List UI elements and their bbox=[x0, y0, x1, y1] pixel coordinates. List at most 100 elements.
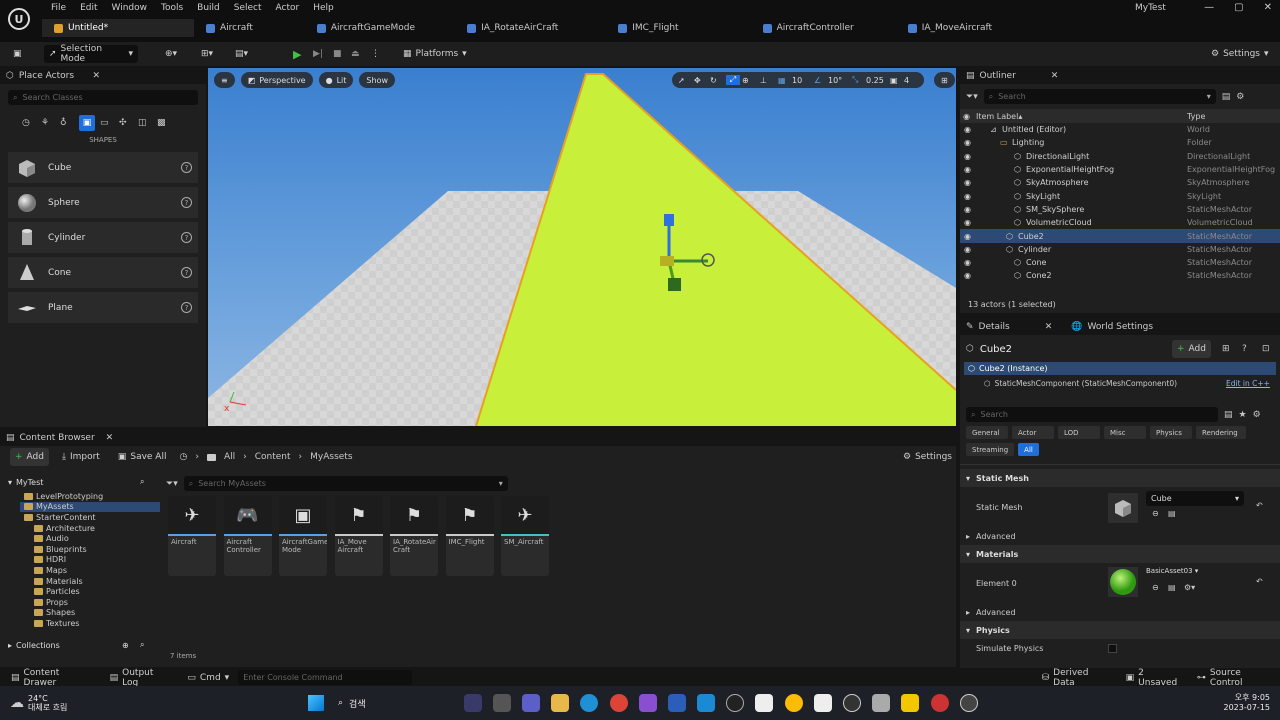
asset-tile[interactable]: ⚑ IA_RotateAir Craft bbox=[390, 496, 438, 576]
shapes-icon[interactable]: ▣ bbox=[79, 115, 95, 131]
taskbar-search[interactable]: ⌕ 검색 bbox=[338, 697, 458, 710]
folder-tree-item[interactable]: Audio bbox=[20, 533, 160, 544]
table-view-icon[interactable]: ▤ bbox=[1224, 410, 1233, 420]
cmd-dropdown[interactable]: ▭ Cmd ▾ bbox=[182, 669, 234, 687]
component-row[interactable]: ⬡ StaticMeshComponent (StaticMeshComponen… bbox=[984, 376, 1276, 390]
translate-icon[interactable]: ✥ bbox=[694, 76, 708, 85]
show-button[interactable]: Show bbox=[359, 72, 396, 88]
folder-tree-item[interactable]: Blueprints bbox=[20, 544, 160, 555]
tab-aircraftcontroller[interactable]: AircraftController bbox=[751, 19, 866, 37]
outliner-row[interactable]: ◉ ⬡ SM_SkySphere StaticMeshActor bbox=[960, 203, 1280, 216]
tab-aircraftgamemode[interactable]: AircraftGameMode bbox=[305, 19, 427, 37]
chrome-icon[interactable] bbox=[609, 694, 628, 712]
maximize-icon[interactable]: ▢ bbox=[1234, 2, 1243, 13]
rotate-icon[interactable]: ↻ bbox=[710, 76, 724, 85]
maximize-viewport-icon[interactable]: ⊞ bbox=[934, 72, 955, 88]
material-dropdown[interactable]: BasicAsset03 ▾ bbox=[1146, 567, 1198, 575]
actor-item-cone[interactable]: Cone? bbox=[8, 257, 198, 288]
output-log-button[interactable]: ▤ Output Log bbox=[105, 668, 177, 688]
content-drawer-button[interactable]: ▤ Content Drawer bbox=[6, 668, 99, 688]
surface-snap-icon[interactable]: ⊥ bbox=[760, 76, 776, 85]
unsaved-button[interactable]: ▣ 2 Unsaved bbox=[1121, 668, 1190, 688]
menu-help[interactable]: Help bbox=[306, 0, 341, 16]
unreal-taskbar-icon[interactable] bbox=[959, 694, 978, 712]
asset-tile[interactable]: ⚑ IA_Move Aircraft bbox=[334, 496, 383, 576]
blueprint-menu-icon[interactable]: ⊞▾ bbox=[196, 45, 218, 63]
visual-effects-icon[interactable]: ✣ bbox=[119, 118, 133, 128]
close-icon[interactable]: ✕ bbox=[1264, 2, 1272, 13]
visibility-eye-icon[interactable]: ◉ bbox=[964, 245, 971, 254]
tree-root[interactable]: ▾ MyTest ⌕ bbox=[0, 475, 160, 489]
visibility-eye-icon[interactable]: ◉ bbox=[964, 232, 971, 241]
reset-icon[interactable]: ↶ bbox=[1256, 577, 1263, 586]
item-label-column[interactable]: Item Label bbox=[976, 112, 1018, 121]
filter-chip-actor[interactable]: Actor bbox=[1012, 426, 1054, 439]
step-icon[interactable]: ▶| bbox=[308, 45, 328, 63]
add-collection-icon[interactable]: ⊕ bbox=[122, 641, 129, 650]
basic-icon[interactable]: ⚘ bbox=[41, 118, 55, 128]
camera-speed-icon[interactable]: ▣ bbox=[890, 76, 902, 85]
teams-icon[interactable] bbox=[521, 694, 540, 712]
visibility-icon[interactable]: ◉ bbox=[963, 112, 970, 121]
github-icon[interactable] bbox=[726, 694, 745, 712]
asset-tile[interactable]: ▣ AircraftGame Mode bbox=[279, 496, 327, 576]
help-icon[interactable]: ? bbox=[181, 197, 192, 208]
asset-tile[interactable]: ⚑ IMC_Flight bbox=[445, 496, 494, 576]
visibility-eye-icon[interactable]: ◉ bbox=[964, 271, 971, 280]
visibility-eye-icon[interactable]: ◉ bbox=[964, 258, 971, 267]
world-icon[interactable]: ⊕ bbox=[742, 76, 758, 85]
perspective-button[interactable]: ◩ Perspective bbox=[240, 72, 313, 88]
stop-icon[interactable]: ■ bbox=[328, 45, 347, 63]
use-asset-icon[interactable]: ⊖ bbox=[1152, 583, 1159, 592]
folder-tree-item[interactable]: Particles bbox=[20, 586, 160, 597]
use-asset-icon[interactable]: ⊖ bbox=[1152, 509, 1159, 518]
breadcrumb-content[interactable]: Content bbox=[255, 452, 291, 462]
help-icon[interactable]: ? bbox=[181, 267, 192, 278]
eject-icon[interactable]: ⏏ bbox=[346, 45, 365, 63]
scale-snap-value[interactable]: 0.25 bbox=[866, 76, 888, 85]
menu-tools[interactable]: Tools bbox=[154, 0, 190, 16]
filter-chip-streaming[interactable]: Streaming bbox=[966, 443, 1015, 456]
settings-button[interactable]: ⚙ Settings ▾ bbox=[1206, 45, 1274, 63]
menu-actor[interactable]: Actor bbox=[269, 0, 307, 16]
reset-icon[interactable]: ↶ bbox=[1256, 501, 1263, 510]
outliner-search-input[interactable]: ⌕ Search ▾ bbox=[983, 89, 1216, 104]
close-tab-icon[interactable]: ✕ bbox=[106, 433, 114, 443]
source-control-button[interactable]: ⊶ Source Control bbox=[1192, 668, 1280, 688]
cinematics-icon[interactable]: ▤▾ bbox=[230, 45, 253, 63]
close-tab-icon[interactable]: ✕ bbox=[92, 71, 100, 81]
visibility-eye-icon[interactable]: ◉ bbox=[964, 125, 971, 134]
cinematic-icon[interactable]: ▭ bbox=[100, 118, 114, 128]
settings-gear-icon[interactable]: ⚙ bbox=[1236, 92, 1244, 102]
vscode-icon[interactable] bbox=[697, 694, 716, 712]
breadcrumb-myassets[interactable]: MyAssets bbox=[310, 452, 352, 462]
section-static-mesh[interactable]: ▾ Static Mesh bbox=[960, 469, 1280, 487]
breadcrumb-all[interactable]: All bbox=[224, 452, 235, 462]
actor-item-cylinder[interactable]: Cylinder? bbox=[8, 222, 198, 253]
start-icon[interactable] bbox=[308, 695, 324, 711]
snipping-icon[interactable] bbox=[872, 694, 891, 712]
filter-icon[interactable]: ⏷▾ bbox=[966, 92, 978, 102]
visibility-eye-icon[interactable]: ◉ bbox=[964, 152, 971, 161]
visibility-eye-icon[interactable]: ◉ bbox=[964, 218, 971, 227]
menu-file[interactable]: File bbox=[44, 0, 73, 16]
folder-tree-item[interactable]: MyAssets bbox=[20, 501, 160, 513]
console-command-input[interactable]: Enter Console Command bbox=[238, 670, 412, 685]
folder-tree-item[interactable]: Architecture bbox=[20, 523, 160, 534]
tab-untitled[interactable]: Untitled* bbox=[42, 19, 194, 37]
outliner-row[interactable]: ◉ ⬡ Cone StaticMeshActor bbox=[960, 256, 1280, 269]
folder-tree-item[interactable]: Materials bbox=[20, 576, 160, 587]
star-icon[interactable]: ★ bbox=[1239, 410, 1247, 420]
history-back-icon[interactable]: ◷ bbox=[179, 452, 187, 462]
content-settings-button[interactable]: ⚙ Settings bbox=[898, 448, 957, 466]
filter-chip-general[interactable]: General bbox=[966, 426, 1008, 439]
help-icon[interactable]: ? bbox=[181, 302, 192, 313]
all-classes-icon[interactable]: ▩ bbox=[157, 118, 171, 128]
section-materials[interactable]: ▾ Materials bbox=[960, 545, 1280, 563]
actor-item-cube[interactable]: Cube? bbox=[8, 152, 198, 183]
rotation-snap-icon[interactable]: ∠ bbox=[814, 76, 826, 85]
notepad-icon[interactable] bbox=[755, 694, 774, 712]
close-tab-icon[interactable]: ✕ bbox=[1045, 322, 1053, 332]
tab-aircraft[interactable]: Aircraft bbox=[194, 19, 265, 37]
scale-icon[interactable]: ⤢ bbox=[726, 75, 740, 85]
